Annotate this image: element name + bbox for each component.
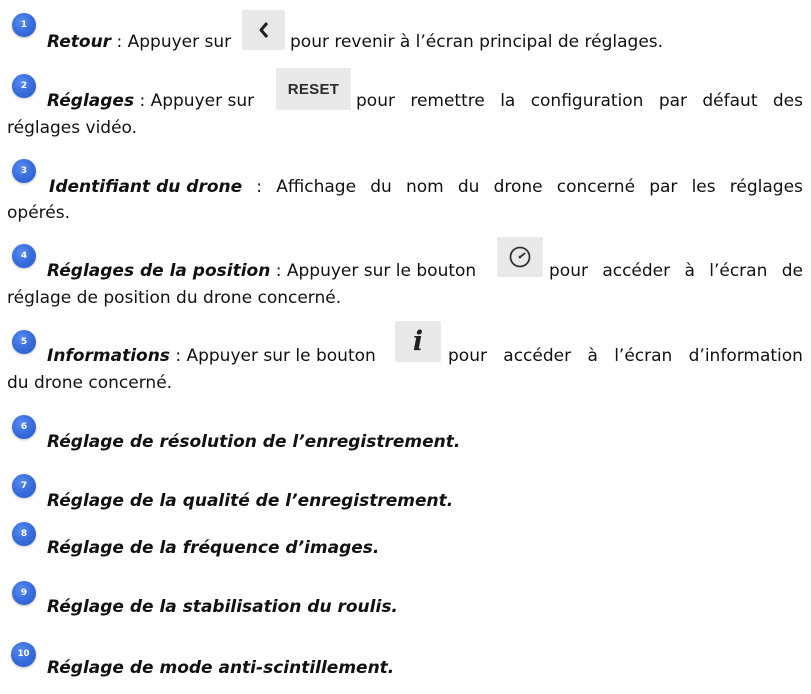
item-title: Réglage de la qualité de l’enregistremen… (47, 491, 454, 511)
item-text-before: : Appuyer sur le bouton (169, 346, 376, 366)
item-text: Réglages de la position : Appuyer sur le… (47, 258, 476, 285)
back-button-image (242, 10, 285, 50)
number-badge: 10 (11, 642, 36, 667)
item-text-before: : Appuyer sur le bouton (270, 261, 477, 281)
number-badge: 4 (12, 244, 36, 268)
item-title: Réglages de la position (47, 261, 271, 281)
item-title: Retour (47, 32, 112, 52)
item-text: Réglages : Appuyer sur (47, 88, 254, 115)
number-badge: 7 (12, 474, 36, 498)
item-text-line2: opérés. (7, 203, 70, 223)
item-title: Réglage de mode anti-scintillement. (47, 658, 395, 678)
item-text: Informations : Appuyer sur le bouton (47, 343, 376, 370)
info-button-image: i (395, 321, 441, 362)
item-title: Identifiant du drone (49, 177, 243, 197)
number-badge: 3 (12, 159, 36, 183)
number-badge: 5 (12, 330, 36, 354)
item-text-after: pour accéder à l’écran de (549, 261, 803, 281)
item-text-after: pour remettre la configuration par défau… (356, 91, 803, 111)
item-text-line2: réglage de position du drone concerné. (7, 288, 342, 308)
number-badge: 8 (12, 522, 36, 546)
number-badge: 6 (12, 415, 36, 439)
number-badge: 1 (12, 13, 36, 37)
item-text-after: pour accéder à l’écran d’information (448, 346, 803, 366)
item-text: Retour : Appuyer sur (47, 29, 231, 56)
item-title: Informations (47, 346, 170, 366)
item-text-before: : Appuyer sur (111, 32, 232, 52)
number-badge: 2 (12, 74, 36, 98)
info-icon: i (412, 326, 424, 357)
chevron-left-icon (259, 22, 268, 38)
item-text-line2: du drone concerné. (7, 373, 173, 393)
gauge-icon (509, 246, 531, 268)
item-title: Réglages (47, 91, 135, 111)
item-title: Réglage de la fréquence d’images. (47, 538, 380, 558)
position-button-image (497, 237, 543, 277)
item-title: Réglage de résolution de l’enregistremen… (47, 432, 461, 452)
number-badge: 9 (12, 581, 36, 605)
item-text-after: pour revenir à l’écran principal de régl… (290, 32, 664, 52)
reset-label: RESET (287, 80, 340, 98)
item-text-line2: réglages vidéo. (7, 118, 138, 138)
item-title: Réglage de la stabilisation du roulis. (47, 597, 398, 617)
item-text: Identifiant du drone : Affichage du nom … (49, 174, 803, 201)
reset-button-image: RESET (276, 68, 351, 110)
item-text-before: : Appuyer sur (134, 91, 255, 111)
